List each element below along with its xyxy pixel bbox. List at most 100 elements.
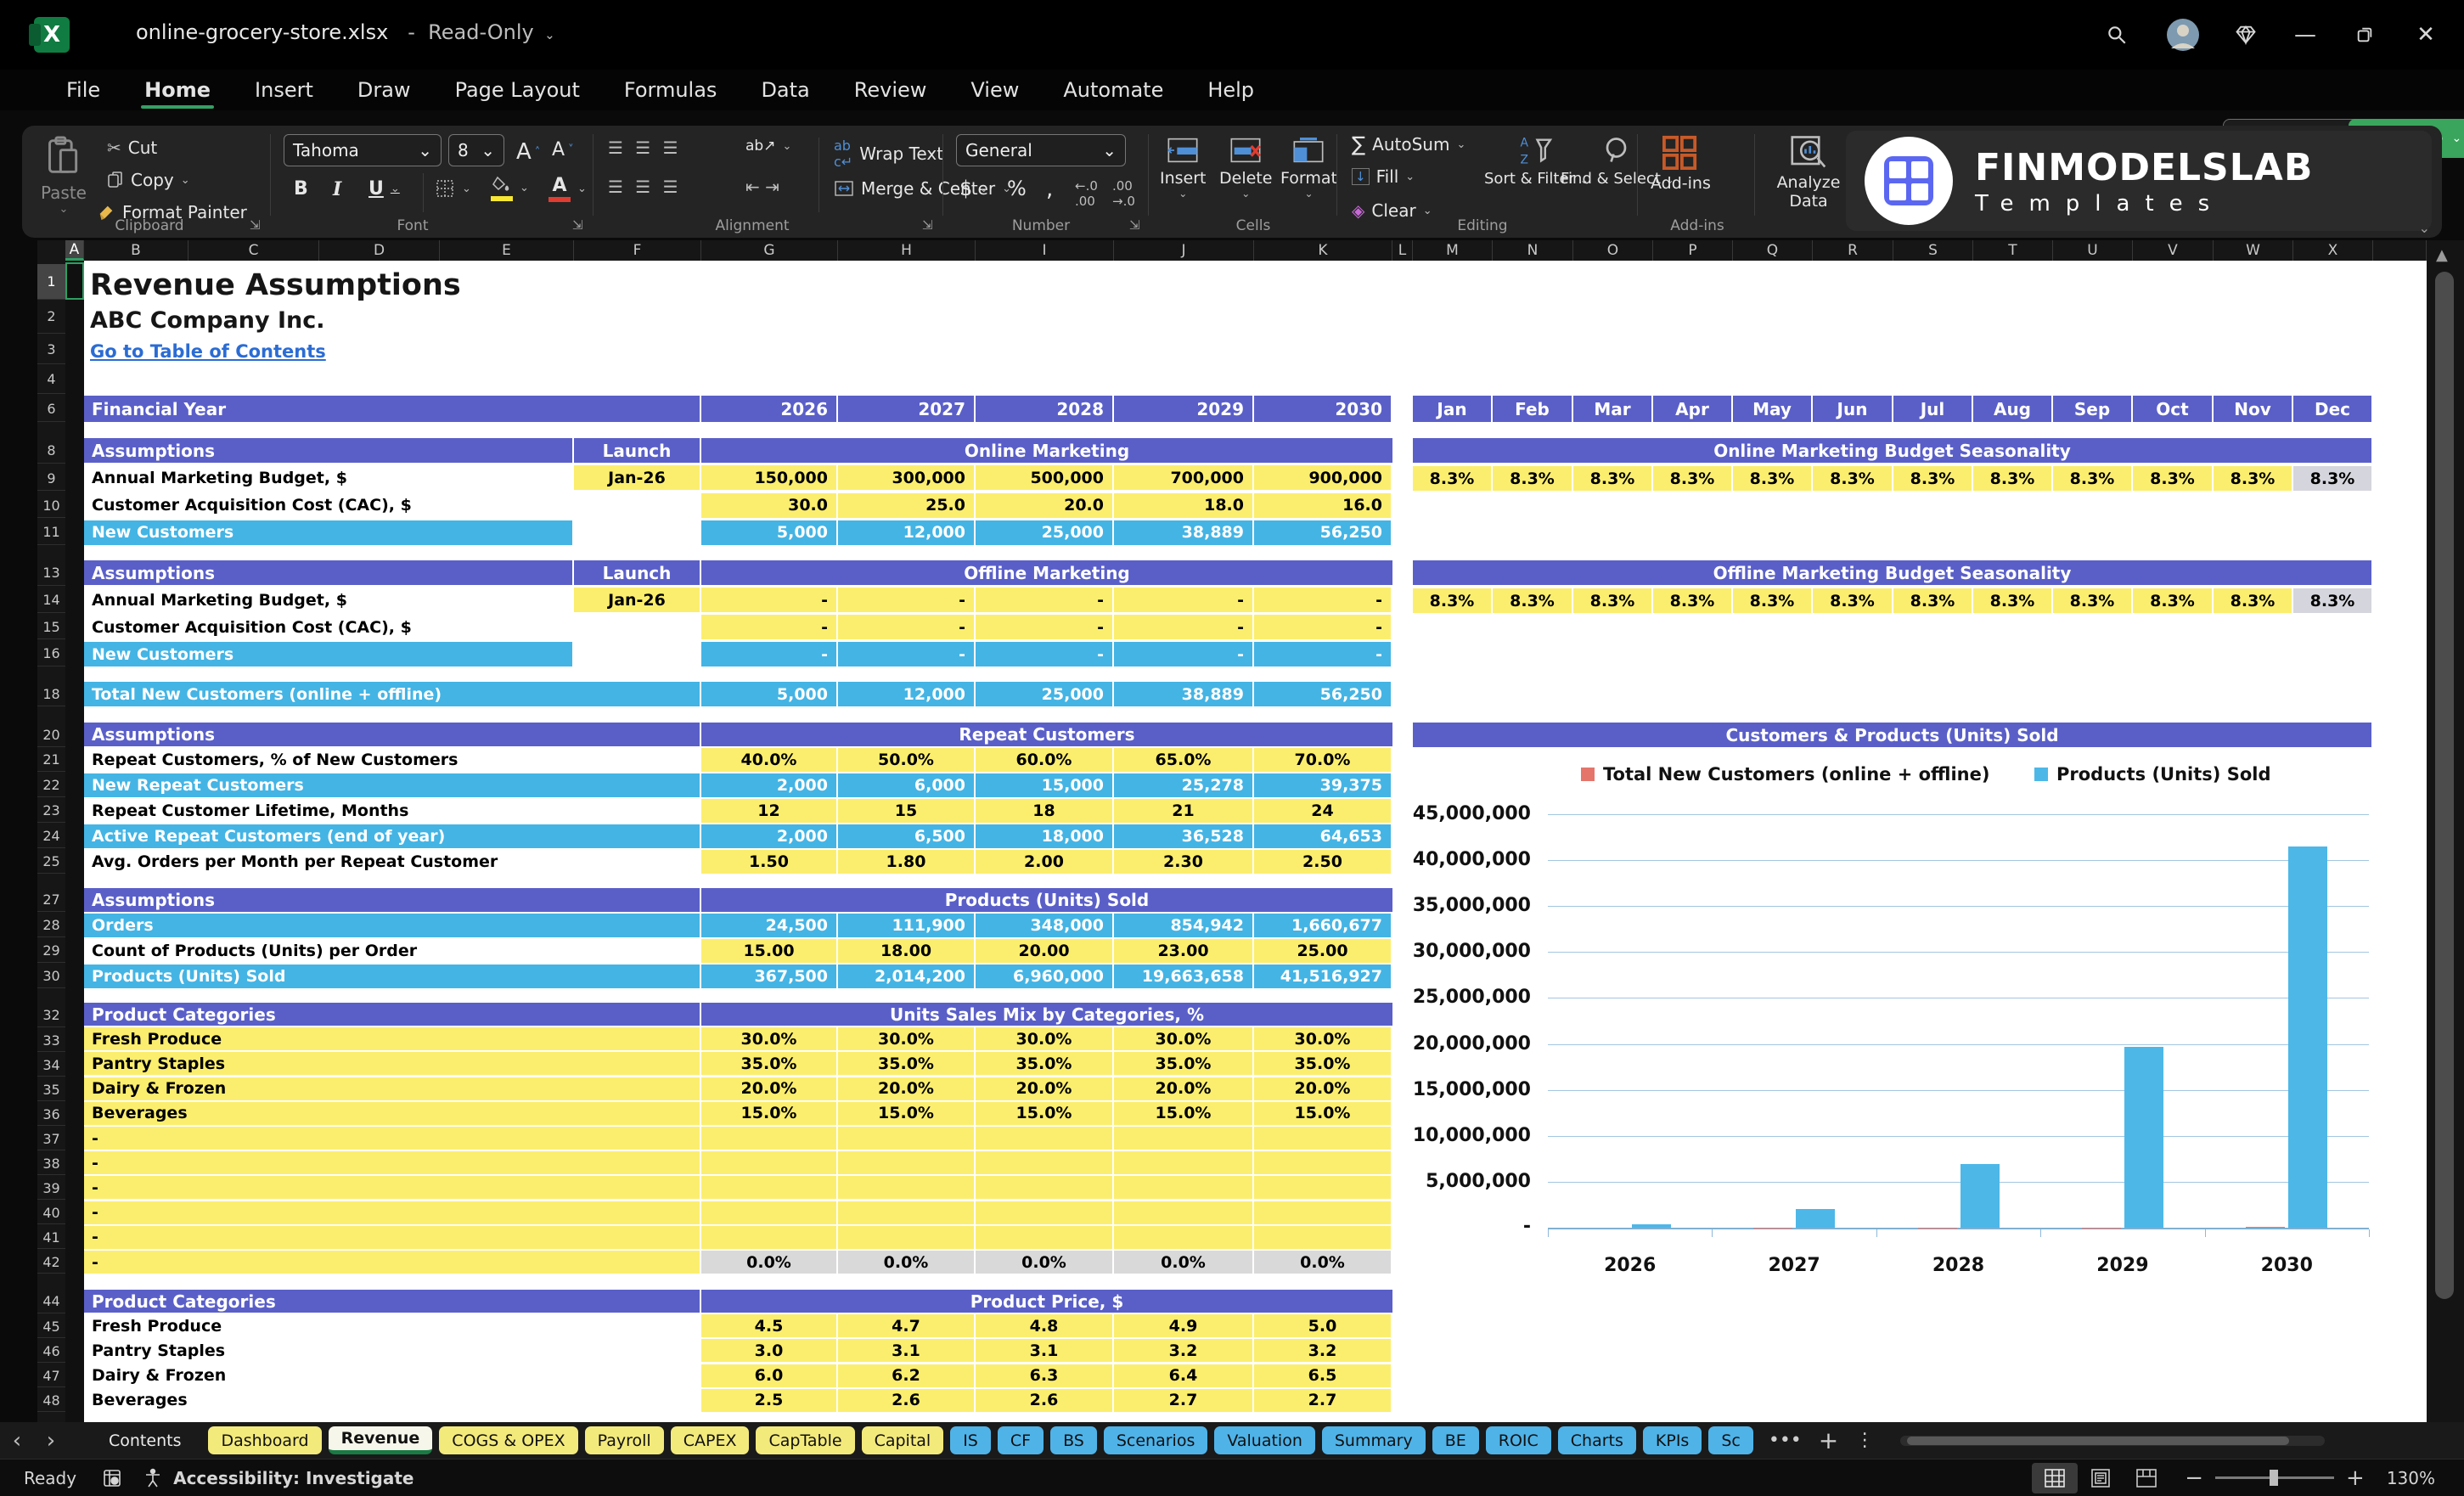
sheet-tab-capital[interactable]: Capital: [861, 1426, 944, 1454]
row-header-24[interactable]: 24: [37, 824, 65, 848]
ribbon-tab-insert[interactable]: Insert: [233, 70, 335, 110]
italic-button[interactable]: I: [333, 178, 341, 200]
ribbon-tab-automate[interactable]: Automate: [1041, 70, 1185, 110]
avatar[interactable]: [2163, 15, 2202, 54]
sheet-tab-sc[interactable]: Sc: [1708, 1426, 1753, 1454]
prev-sheet-arrow[interactable]: ‹: [0, 1428, 34, 1454]
copy-button[interactable]: Copy ⌄: [107, 170, 190, 190]
sheet-tab-valuation[interactable]: Valuation: [1214, 1426, 1315, 1454]
underline-button[interactable]: U ⌄: [368, 178, 400, 200]
indent-buttons[interactable]: ⇤ ⇥: [745, 177, 779, 197]
sheet-tab-cogs-opex[interactable]: COGS & OPEX: [439, 1426, 578, 1454]
zoom-out-button[interactable]: −: [2185, 1465, 2203, 1491]
row-header-30[interactable]: 30: [37, 965, 65, 988]
fill-color-button[interactable]: ⌄: [491, 175, 529, 201]
row-header-39[interactable]: 39: [37, 1177, 65, 1200]
format-cells-button[interactable]: Format ⌄: [1280, 136, 1337, 200]
column-header-Q[interactable]: Q: [1733, 240, 1813, 261]
row-header-1[interactable]: 1: [37, 264, 65, 300]
column-header-I[interactable]: I: [976, 240, 1114, 261]
scroll-up-arrow[interactable]: ▲: [2436, 246, 2448, 264]
sheet-tab-be[interactable]: BE: [1432, 1426, 1479, 1454]
next-sheet-arrow[interactable]: ›: [34, 1428, 68, 1454]
row-header-20[interactable]: 20: [37, 723, 65, 747]
add-sheet-button[interactable]: +: [1819, 1426, 1838, 1454]
sheet-tab-charts[interactable]: Charts: [1557, 1426, 1636, 1454]
column-header-D[interactable]: D: [319, 240, 440, 261]
alignment-dialog-launcher[interactable]: ⇲: [922, 217, 933, 233]
autosum-button[interactable]: ∑ AutoSum ⌄: [1352, 132, 1465, 156]
macro-record-icon[interactable]: [102, 1468, 122, 1488]
wrap-text-button[interactable]: ab c↵ Wrap Text: [834, 138, 943, 170]
vertical-scrollbar-thumb[interactable]: [2435, 272, 2454, 1299]
row-header-33[interactable]: 33: [37, 1029, 65, 1052]
decrease-font-button[interactable]: A ˅: [552, 139, 574, 160]
decrease-decimal-button[interactable]: .00 →.0: [1112, 178, 1135, 209]
collapse-ribbon-chevron[interactable]: ⌄: [2419, 220, 2430, 236]
zoom-in-button[interactable]: +: [2346, 1465, 2365, 1491]
row-header-2[interactable]: 2: [37, 300, 65, 334]
row-header-45[interactable]: 45: [37, 1315, 65, 1338]
column-header-S[interactable]: S: [1893, 240, 1973, 261]
accessibility-status[interactable]: Accessibility: Investigate: [173, 1468, 413, 1488]
row-header-6[interactable]: 6: [37, 396, 65, 422]
number-format-select[interactable]: General ⌄: [956, 134, 1126, 166]
vertical-align-buttons[interactable]: ☰ ☰ ☰: [608, 138, 682, 158]
sheet-tab-roic[interactable]: ROIC: [1485, 1426, 1551, 1454]
number-dialog-launcher[interactable]: ⇲: [1129, 217, 1140, 233]
row-header-29[interactable]: 29: [37, 939, 65, 963]
column-header-H[interactable]: H: [838, 240, 976, 261]
normal-view-button[interactable]: [2032, 1462, 2079, 1493]
sheet-tab-dashboard[interactable]: Dashboard: [208, 1426, 322, 1454]
sheet-tab-revenue[interactable]: Revenue: [328, 1426, 433, 1454]
insert-cells-button[interactable]: Insert ⌄: [1160, 136, 1207, 200]
sheet-tab-payroll[interactable]: Payroll: [584, 1426, 664, 1454]
row-header-41[interactable]: 41: [37, 1226, 65, 1249]
column-header-X[interactable]: X: [2293, 240, 2373, 261]
column-header-N[interactable]: N: [1493, 240, 1573, 261]
column-header-O[interactable]: O: [1573, 240, 1653, 261]
fill-button[interactable]: ↓ Fill ⌄: [1352, 166, 1415, 187]
font-dialog-launcher[interactable]: ⇲: [572, 217, 583, 233]
column-header-W[interactable]: W: [2214, 240, 2293, 261]
row-header-9[interactable]: 9: [37, 466, 65, 491]
column-header-M[interactable]: M: [1413, 240, 1493, 261]
column-header-K[interactable]: K: [1254, 240, 1392, 261]
zoom-level[interactable]: 130%: [2387, 1468, 2435, 1488]
row-header-4[interactable]: 4: [37, 365, 65, 394]
row-headers[interactable]: 1 2 3 4 6 8 9 10 11 13 14 15 16 18 20 21 22 23 24 25 27 28 29 3…: [37, 261, 65, 1422]
column-header-J[interactable]: J: [1114, 240, 1254, 261]
row-header-44[interactable]: 44: [37, 1290, 65, 1313]
bold-button[interactable]: B: [294, 178, 308, 200]
ribbon-tab-formulas[interactable]: Formulas: [602, 70, 740, 110]
row-header-23[interactable]: 23: [37, 799, 65, 823]
sheet-tab-is[interactable]: IS: [950, 1426, 991, 1454]
sheet-tab-bs[interactable]: BS: [1050, 1426, 1097, 1454]
document-title[interactable]: online-grocery-store.xlsx - Read-Only ⌄: [136, 20, 555, 44]
accounting-format-button[interactable]: $ ⌄: [959, 177, 988, 200]
row-header-48[interactable]: 48: [37, 1389, 65, 1412]
row-header-34[interactable]: 34: [37, 1054, 65, 1077]
comma-format-button[interactable]: ,: [1046, 177, 1053, 202]
close-button[interactable]: ✕: [2406, 15, 2445, 54]
row-header-21[interactable]: 21: [37, 748, 65, 772]
percent-format-button[interactable]: %: [1007, 177, 1027, 200]
sheet-tab-capex[interactable]: CAPEX: [670, 1426, 750, 1454]
font-color-button[interactable]: A ⌄: [548, 175, 587, 202]
row-header-40[interactable]: 40: [37, 1201, 65, 1224]
ribbon-tab-file[interactable]: File: [44, 70, 122, 110]
row-header-47[interactable]: 47: [37, 1364, 65, 1387]
row-header-37[interactable]: 37: [37, 1128, 65, 1150]
addins-button[interactable]: Add-ins: [1651, 134, 1711, 193]
column-header-T[interactable]: T: [1973, 240, 2053, 261]
sheet-tab-captable[interactable]: CapTable: [756, 1426, 855, 1454]
column-header-L[interactable]: L: [1392, 240, 1413, 261]
orientation-button[interactable]: ab↗ ⌄: [745, 138, 791, 155]
delete-cells-button[interactable]: Delete ⌄: [1219, 136, 1272, 200]
column-header-A[interactable]: A: [65, 240, 84, 261]
minimize-button[interactable]: —: [2286, 15, 2325, 54]
column-header-U[interactable]: U: [2053, 240, 2133, 261]
column-header-B[interactable]: B: [84, 240, 188, 261]
tab-overflow-ellipsis[interactable]: •••: [1769, 1430, 1802, 1451]
sheet-tab-cf[interactable]: CF: [997, 1426, 1044, 1454]
